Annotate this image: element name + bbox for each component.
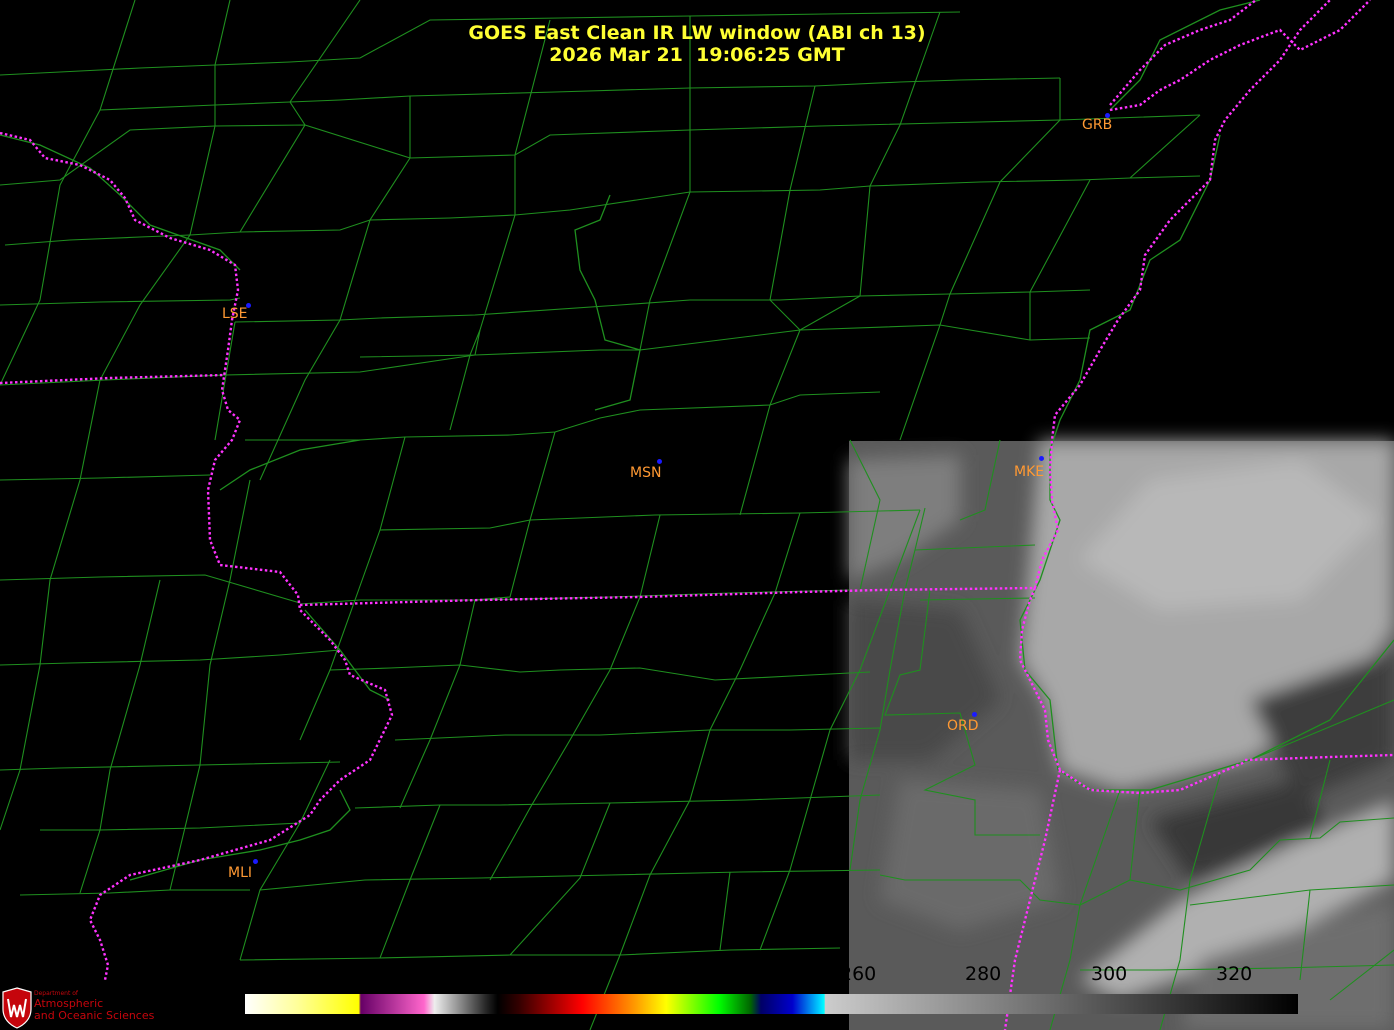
station-marker-mke <box>1039 456 1044 461</box>
image-title-line1: GOES East Clean IR LW window (ABI ch 13) <box>468 22 926 44</box>
logo-line3: and Oceanic Sciences <box>34 1009 155 1022</box>
colorbar-tick-280: 280 <box>965 963 1002 985</box>
station-label-grb: GRB <box>1082 117 1113 133</box>
station-marker-msn <box>657 459 662 464</box>
satellite-map <box>0 0 1394 1030</box>
logo-line1: Department of <box>34 990 78 997</box>
uw-crest-icon <box>2 987 32 1029</box>
aos-logo: Department of Atmospheric and Oceanic Sc… <box>0 986 160 1030</box>
image-title-line2: 2026 Mar 21 19:06:25 GMT <box>549 44 845 66</box>
colorbar-tick-320: 320 <box>1216 963 1253 985</box>
colorbar-tick-260: 260 <box>840 963 877 985</box>
station-label-ord: ORD <box>947 718 979 734</box>
station-label-mli: MLI <box>228 865 253 881</box>
colorbar-tick-300: 300 <box>1091 963 1128 985</box>
station-label-msn: MSN <box>630 465 662 481</box>
station-marker-mli <box>253 859 258 864</box>
station-label-mke: MKE <box>1014 464 1045 480</box>
temperature-colorbar <box>245 994 1298 1014</box>
station-label-lse: LSE <box>222 306 248 322</box>
ir-imagery <box>849 441 1394 1030</box>
station-marker-ord <box>972 712 977 717</box>
